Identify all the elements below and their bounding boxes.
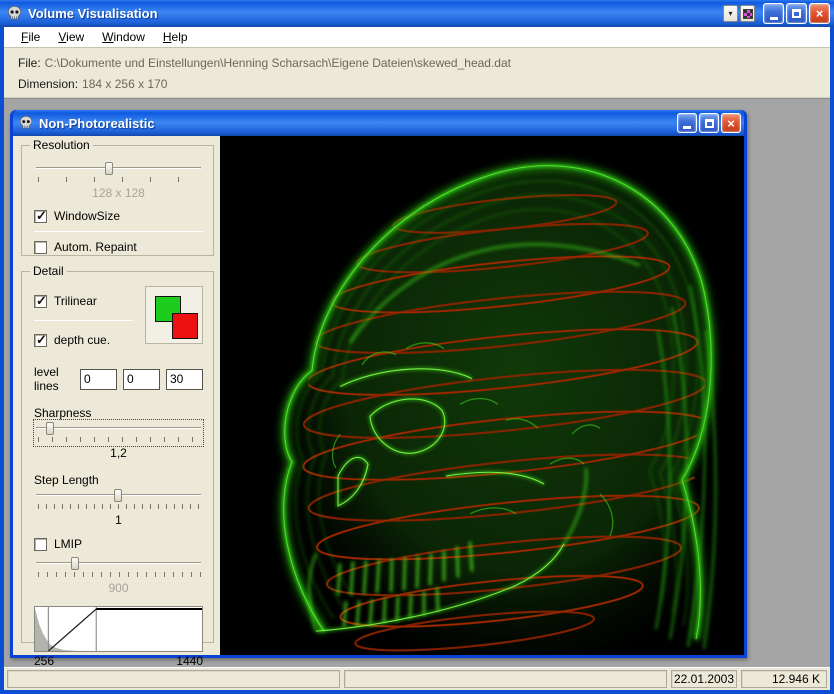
- statusbar-date: 22.01.2003: [671, 670, 737, 688]
- histogram-plot: [35, 607, 202, 651]
- level-lines-input-3[interactable]: [166, 369, 203, 390]
- lmip-slider-thumb[interactable]: [71, 557, 79, 570]
- dropdown-arrow-button[interactable]: ▾: [723, 5, 738, 22]
- resolution-slider-thumb[interactable]: [105, 162, 113, 175]
- resolution-value: 128 x 128: [34, 186, 203, 200]
- depth-cue-label: depth cue.: [54, 333, 110, 347]
- step-length-slider[interactable]: [36, 489, 201, 511]
- dimension-value: 184 x 256 x 170: [82, 77, 167, 91]
- color-preview-box[interactable]: [145, 286, 203, 344]
- resolution-slider[interactable]: [36, 162, 201, 184]
- windowsize-checkbox-row[interactable]: WindowSize: [34, 209, 203, 223]
- sharpness-label: Sharpness: [34, 406, 203, 420]
- level-color-swatch[interactable]: [172, 313, 198, 339]
- histogram-max-value: 1440: [176, 654, 203, 668]
- dimension-label: Dimension:: [18, 77, 78, 91]
- trilinear-checkbox[interactable]: [34, 295, 47, 308]
- resolution-divider: [34, 231, 203, 232]
- maximize-button[interactable]: [786, 3, 807, 24]
- lmip-slider-track: [36, 562, 201, 564]
- child-maximize-button[interactable]: [699, 113, 719, 133]
- file-path: C:\Dokumente und Einstellungen\Henning S…: [45, 56, 511, 70]
- step-length-label: Step Length: [34, 473, 203, 487]
- lmip-checkbox[interactable]: [34, 538, 47, 551]
- volume-render-viewport[interactable]: [220, 136, 744, 655]
- child-window-title: Non-Photorealistic: [39, 116, 675, 131]
- close-icon: ×: [816, 7, 824, 20]
- autom-repaint-label: Autom. Repaint: [54, 240, 137, 254]
- mdi-area: Non-Photorealistic × Resolution: [4, 98, 830, 667]
- detail-group-label: Detail: [30, 264, 67, 278]
- autom-repaint-checkbox-row[interactable]: Autom. Repaint: [34, 240, 203, 254]
- sharpness-value: 1,2: [34, 446, 203, 460]
- depth-cue-checkbox[interactable]: [34, 334, 47, 347]
- resolution-slider-ticks: [38, 177, 201, 182]
- menu-view[interactable]: View: [49, 28, 93, 46]
- lmip-slider[interactable]: [36, 557, 201, 579]
- child-maximize-icon: [705, 119, 714, 128]
- sharpness-slider[interactable]: [36, 422, 201, 444]
- sharpness-slider-thumb[interactable]: [46, 422, 54, 435]
- menu-window[interactable]: Window: [93, 28, 154, 46]
- lmip-value: 900: [34, 581, 203, 595]
- skull-volume-rendering: [220, 136, 744, 655]
- step-length-slider-thumb[interactable]: [114, 489, 122, 502]
- windowsize-checkbox[interactable]: [34, 210, 47, 223]
- main-window: Volume Visualisation ▾ × File View Windo…: [0, 0, 834, 694]
- skull-child-icon: [18, 115, 34, 131]
- minimize-icon: [770, 17, 778, 20]
- file-label: File:: [18, 56, 41, 70]
- control-panel: Resolution 128 x 128 WindowSize: [13, 136, 220, 655]
- resolution-group: Resolution 128 x 128 WindowSize: [21, 145, 214, 256]
- child-minimize-icon: [683, 126, 691, 129]
- child-titlebar[interactable]: Non-Photorealistic ×: [13, 110, 744, 136]
- main-titlebar[interactable]: Volume Visualisation ▾ ×: [0, 0, 834, 27]
- maximize-icon: [792, 9, 801, 18]
- child-close-icon: ×: [727, 117, 735, 130]
- close-button[interactable]: ×: [809, 3, 830, 24]
- pattern-tool-button[interactable]: [740, 5, 755, 22]
- child-window: Non-Photorealistic × Resolution: [10, 110, 747, 658]
- level-lines-input-2[interactable]: [123, 369, 160, 390]
- resolution-group-label: Resolution: [30, 138, 93, 152]
- menu-help[interactable]: Help: [154, 28, 197, 46]
- minimize-button[interactable]: [763, 3, 784, 24]
- checker-icon: [743, 9, 753, 19]
- window-frame: File View Window Help File: C:\Dokumente …: [4, 27, 830, 690]
- step-length-slider-ticks: [38, 504, 201, 509]
- transfer-function-histogram[interactable]: [34, 606, 203, 652]
- statusbar-panel-1: [7, 670, 340, 688]
- trilinear-label: Trilinear: [54, 294, 97, 308]
- windowsize-label: WindowSize: [54, 209, 120, 223]
- lmip-slider-ticks: [38, 572, 201, 577]
- detail-divider: [34, 320, 133, 321]
- menubar: File View Window Help: [4, 27, 830, 48]
- child-close-button[interactable]: ×: [721, 113, 741, 133]
- sharpness-slider-ticks: [38, 437, 201, 442]
- lmip-checkbox-row[interactable]: LMIP: [34, 537, 203, 551]
- window-title: Volume Visualisation: [28, 6, 721, 21]
- statusbar-panel-2: [344, 670, 667, 688]
- menu-file[interactable]: File: [12, 28, 49, 46]
- level-lines-label: level lines: [34, 365, 74, 393]
- skull-app-icon: [6, 5, 23, 22]
- child-body: Resolution 128 x 128 WindowSize: [13, 136, 744, 655]
- step-length-value: 1: [34, 513, 203, 527]
- trilinear-checkbox-row[interactable]: Trilinear: [34, 294, 145, 308]
- level-lines-input-1[interactable]: [80, 369, 117, 390]
- lmip-label: LMIP: [54, 537, 82, 551]
- file-info-panel: File: C:\Dokumente und Einstellungen\Henn…: [4, 48, 830, 98]
- autom-repaint-checkbox[interactable]: [34, 241, 47, 254]
- resolution-slider-track: [36, 167, 201, 169]
- sharpness-slider-track: [36, 427, 201, 429]
- depth-cue-checkbox-row[interactable]: depth cue.: [34, 333, 145, 347]
- detail-group: Detail Trilinear: [21, 271, 214, 643]
- child-minimize-button[interactable]: [677, 113, 697, 133]
- statusbar-memory: 12.946 K: [741, 670, 827, 688]
- histogram-min-value: 256: [34, 654, 54, 668]
- statusbar: 22.01.2003 12.946 K: [4, 667, 830, 690]
